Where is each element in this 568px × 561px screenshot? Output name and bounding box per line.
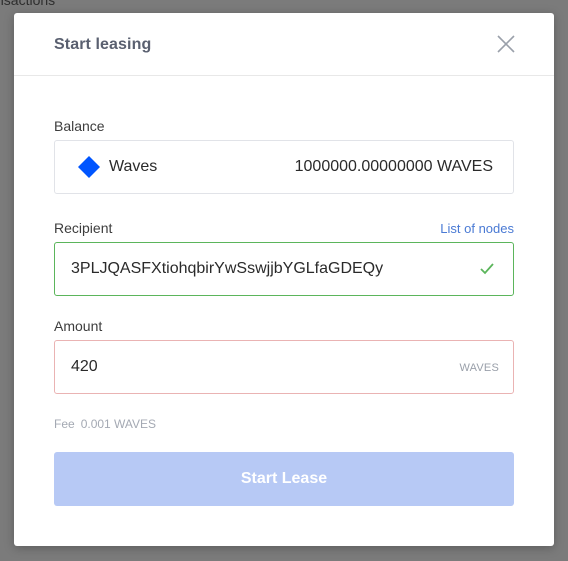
asset-balance: 1000000.00000000 WAVES xyxy=(294,158,493,175)
recipient-input[interactable] xyxy=(71,260,451,278)
fee-value: 0.001 WAVES xyxy=(80,417,157,431)
close-icon[interactable] xyxy=(494,32,518,56)
check-icon xyxy=(479,262,495,276)
balance-asset-select[interactable]: Waves 1000000.00000000 WAVES xyxy=(54,140,514,194)
fee-info: Fee 0.001 WAVES xyxy=(54,417,156,431)
dialog-title: Start leasing xyxy=(54,36,152,53)
waves-diamond-icon xyxy=(78,156,100,178)
amount-input[interactable] xyxy=(71,358,431,376)
background-transactions-text: nsactions xyxy=(0,0,56,8)
amount-unit: WAVES xyxy=(459,362,499,374)
dialog-header: Start leasing xyxy=(14,13,554,76)
fee-label: Fee xyxy=(54,417,75,431)
recipient-field xyxy=(54,242,514,296)
amount-field: WAVES xyxy=(54,340,514,394)
amount-label: Amount xyxy=(54,318,103,334)
asset-name: Waves xyxy=(109,158,158,175)
list-of-nodes-link[interactable]: List of nodes xyxy=(440,221,514,236)
start-leasing-dialog: Start leasing Balance Waves 1000000.0000… xyxy=(14,13,554,546)
start-lease-button[interactable]: Start Lease xyxy=(54,452,514,506)
recipient-label: Recipient xyxy=(54,220,113,236)
balance-label: Balance xyxy=(54,118,105,134)
